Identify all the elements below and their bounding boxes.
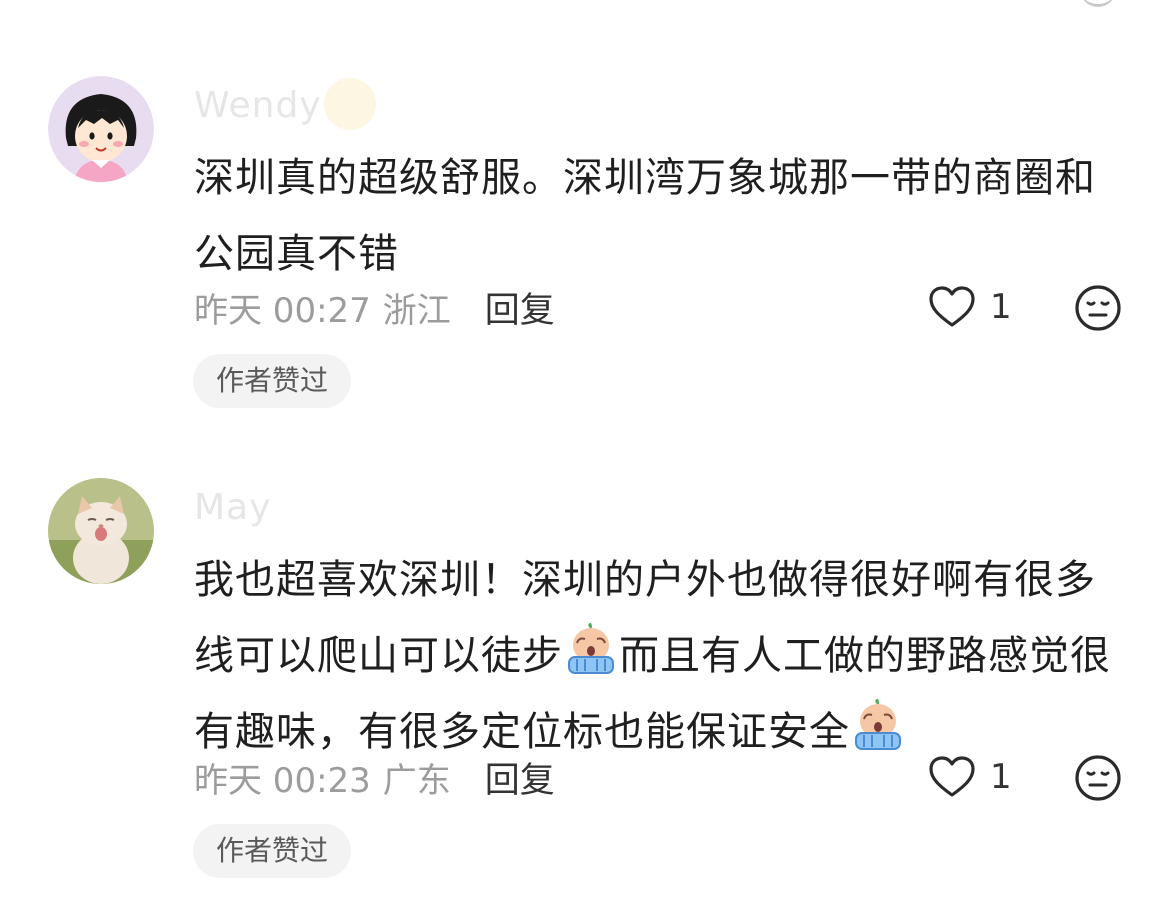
like-button[interactable]: 1: [928, 752, 1012, 802]
dislike-button[interactable]: [1074, 754, 1122, 802]
heart-icon: [929, 286, 975, 327]
dislike-button[interactable]: [1074, 284, 1122, 332]
comment-region: 广东: [382, 760, 451, 801]
author-liked-badge: 作者赞过: [193, 824, 351, 878]
user-badge-icon: [324, 78, 376, 130]
like-count: 1: [990, 287, 1012, 327]
reply-button[interactable]: 回复: [485, 752, 555, 803]
avatar[interactable]: [48, 76, 154, 182]
partial-icon: [1080, 0, 1116, 7]
cartoon-girl-avatar-icon: [48, 76, 154, 182]
crying-emoji-icon: [855, 699, 901, 750]
comment-text-segment: 深圳真的超级舒服。深圳湾万象城那一带的商圈和公园真不错: [194, 155, 1096, 277]
neutral-face-icon: [1075, 285, 1121, 331]
like-button[interactable]: 1: [928, 282, 1012, 332]
username[interactable]: Wendy: [194, 84, 322, 128]
comment-time: 昨天 00:23: [194, 760, 371, 801]
username[interactable]: May: [194, 486, 271, 530]
comment-meta: 昨天 00:23 广东 回复: [194, 752, 555, 802]
comment-meta: 昨天 00:27 浙江 回复: [194, 282, 555, 332]
comment-time: 昨天 00:27: [194, 290, 371, 331]
reply-button[interactable]: 回复: [485, 282, 555, 333]
comment-text: 深圳真的超级舒服。深圳湾万象城那一带的商圈和公园真不错: [194, 140, 1134, 292]
avatar[interactable]: [48, 478, 154, 584]
neutral-face-icon: [1075, 755, 1121, 801]
like-count: 1: [990, 757, 1012, 797]
crying-emoji-icon: [568, 623, 614, 674]
author-liked-badge: 作者赞过: [193, 354, 351, 408]
comment-list: Wendy 深圳真的超级舒服。深圳湾万象城那一带的商圈和公园真不错 昨天 00:…: [0, 0, 1170, 912]
comment-text: 我也超喜欢深圳！深圳的户外也做得很好啊有很多线可以爬山可以徒步 而且有人工做的野…: [194, 542, 1134, 770]
comment-region: 浙江: [382, 290, 451, 331]
kitten-avatar-icon: [48, 478, 154, 584]
heart-icon: [929, 756, 975, 797]
